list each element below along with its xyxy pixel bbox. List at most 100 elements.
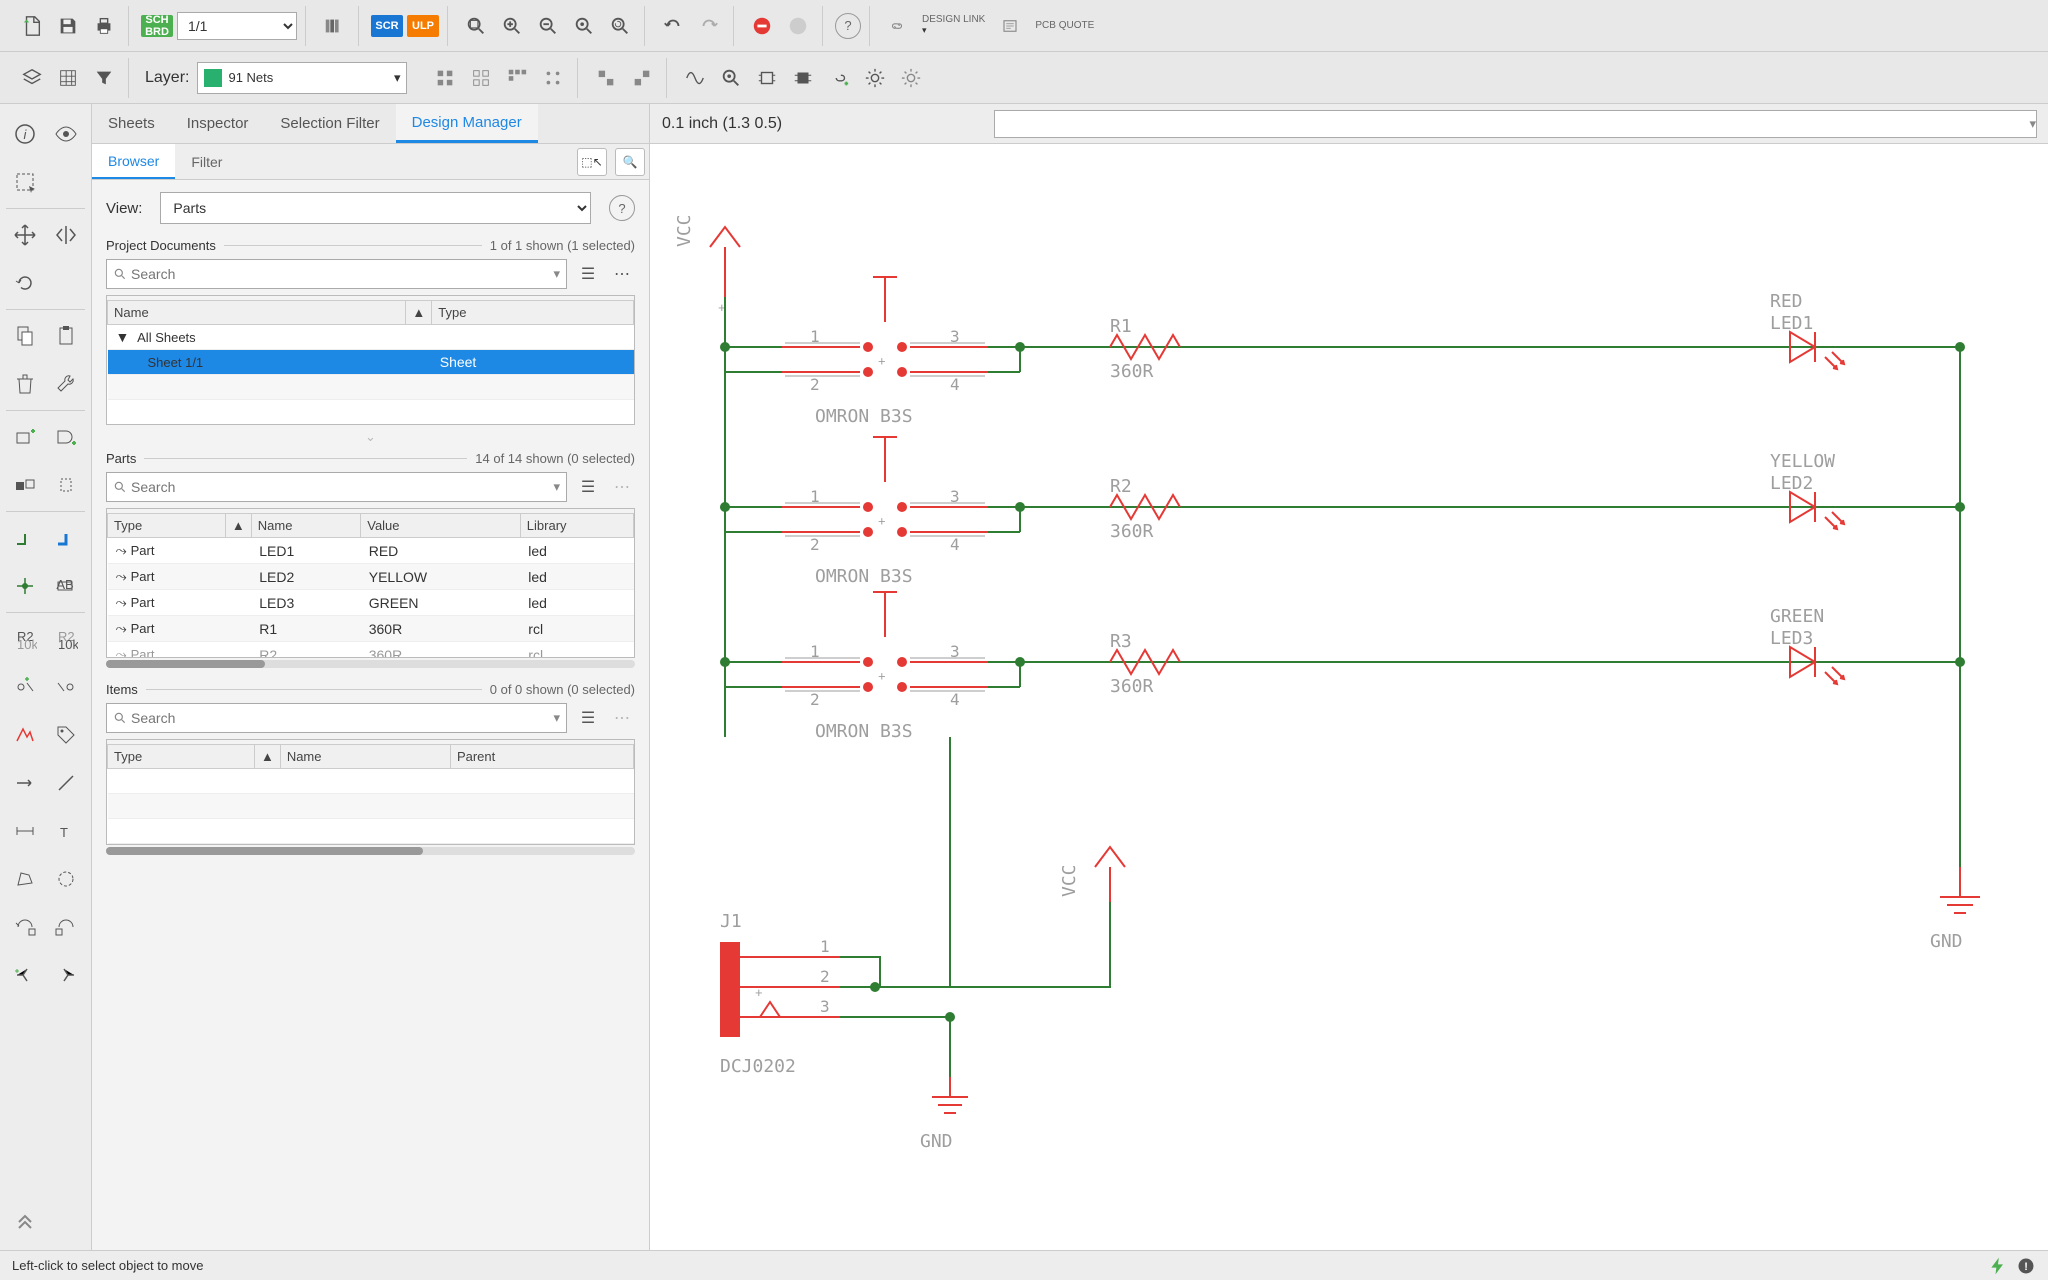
- dimension-tool[interactable]: [7, 813, 43, 849]
- undo-button[interactable]: [657, 10, 689, 42]
- grid-dots2[interactable]: [465, 62, 497, 94]
- redo-button[interactable]: [693, 10, 725, 42]
- ulp-button[interactable]: ULP: [407, 10, 439, 42]
- sch-brd-button[interactable]: SCHBRD: [141, 10, 173, 42]
- arc2-tool[interactable]: [48, 909, 84, 945]
- value-tool[interactable]: R210k: [48, 621, 84, 657]
- marquee-tool[interactable]: [7, 164, 43, 200]
- grid-dots4[interactable]: [537, 62, 569, 94]
- smash1-tool[interactable]: [7, 669, 43, 705]
- layers-toggle-button[interactable]: [16, 62, 48, 94]
- wrench-tool[interactable]: [48, 366, 84, 402]
- parts-search[interactable]: ▾: [106, 472, 567, 502]
- tab-design-manager[interactable]: Design Manager: [396, 104, 538, 143]
- sub-filter[interactable]: Filter: [175, 144, 238, 179]
- grid-button[interactable]: [52, 62, 84, 94]
- print-button[interactable]: [88, 10, 120, 42]
- label-tool[interactable]: AB: [48, 568, 84, 604]
- filter-icon-button[interactable]: [88, 62, 120, 94]
- text-tool[interactable]: T: [48, 813, 84, 849]
- table-row[interactable]: ▼ All Sheets: [108, 325, 634, 350]
- sub-browser[interactable]: Browser: [92, 144, 175, 179]
- polygon-tool[interactable]: [7, 861, 43, 897]
- go-button[interactable]: [782, 10, 814, 42]
- tab-sheets[interactable]: Sheets: [92, 104, 171, 143]
- tab-selection-filter[interactable]: Selection Filter: [264, 104, 395, 143]
- table-row[interactable]: ⤳ PartLED3GREENled: [108, 590, 634, 616]
- items-search-input[interactable]: [131, 710, 549, 726]
- show-tool[interactable]: [48, 116, 84, 152]
- copy-tool[interactable]: [7, 318, 43, 354]
- docs-search[interactable]: ▾: [106, 259, 567, 289]
- chip-icon1[interactable]: [751, 62, 783, 94]
- replace-tool[interactable]: [7, 467, 43, 503]
- grid-alt1[interactable]: [590, 62, 622, 94]
- add-gate-tool[interactable]: [48, 419, 84, 455]
- view-help[interactable]: ?: [609, 195, 635, 221]
- table-row[interactable]: Sheet 1/1Sheet: [108, 350, 634, 375]
- gear-icon1[interactable]: [859, 62, 891, 94]
- table-row[interactable]: ⤳ PartLED1REDled: [108, 538, 634, 564]
- sine-icon[interactable]: [679, 62, 711, 94]
- stop-button[interactable]: [746, 10, 778, 42]
- expand-tools[interactable]: [7, 1202, 43, 1238]
- help-button[interactable]: ?: [835, 13, 861, 39]
- scr-button[interactable]: SCR: [371, 10, 403, 42]
- sheet-select[interactable]: 1/1: [177, 12, 297, 40]
- col-name[interactable]: Name: [108, 301, 406, 325]
- save-button[interactable]: [52, 10, 84, 42]
- design-link-label[interactable]: DESIGN LINK▾: [916, 15, 991, 36]
- parts-list-icon[interactable]: ☰: [575, 474, 601, 500]
- split-tool[interactable]: [7, 957, 43, 993]
- table-row[interactable]: ⤳ PartLED2YELLOWled: [108, 564, 634, 590]
- link-add-icon[interactable]: [823, 62, 855, 94]
- grid-dots3[interactable]: [501, 62, 533, 94]
- delete-tool[interactable]: [7, 366, 43, 402]
- command-input[interactable]: [994, 110, 2037, 138]
- pinswap-tool[interactable]: [7, 765, 43, 801]
- zoom-redraw-button[interactable]: [604, 10, 636, 42]
- items-more-icon[interactable]: ⋯: [609, 705, 635, 731]
- mirror-tool[interactable]: [48, 217, 84, 253]
- bus-tool[interactable]: [48, 520, 84, 556]
- tag-tool[interactable]: [48, 717, 84, 753]
- junction-tool[interactable]: [7, 568, 43, 604]
- zoom-in-button[interactable]: [496, 10, 528, 42]
- grid-dots1[interactable]: [429, 62, 461, 94]
- arc-tool[interactable]: [7, 909, 43, 945]
- docs-list-icon[interactable]: ☰: [575, 261, 601, 287]
- move-tool[interactable]: [7, 217, 43, 253]
- schematic-canvas[interactable]: VCC + + 1 2 3 4 OMRON B3S R1 360R R: [650, 144, 2048, 1250]
- col-type[interactable]: Type: [432, 301, 634, 325]
- pcb-quote-button[interactable]: [995, 17, 1025, 35]
- parts-search-input[interactable]: [131, 479, 549, 495]
- erc-tool[interactable]: [7, 717, 43, 753]
- library-button[interactable]: [318, 10, 350, 42]
- paste-tool[interactable]: [48, 318, 84, 354]
- info-tool[interactable]: i: [7, 116, 43, 152]
- tab-inspector[interactable]: Inspector: [171, 104, 265, 143]
- select-mode-icon[interactable]: ⬚↖: [577, 148, 607, 176]
- zoom-out-button[interactable]: [532, 10, 564, 42]
- table-row[interactable]: ⤳ PartR1360Rrcl: [108, 616, 634, 642]
- gate-swap-tool[interactable]: [48, 467, 84, 503]
- docs-more-icon[interactable]: ⋯: [609, 261, 635, 287]
- items-search[interactable]: ▾: [106, 703, 567, 733]
- view-select[interactable]: Parts: [160, 192, 591, 224]
- line-tool[interactable]: [48, 765, 84, 801]
- grid-alt2[interactable]: [626, 62, 658, 94]
- table-row[interactable]: ⤳ PartR2360Rrcl: [108, 642, 634, 659]
- zoom-select-button[interactable]: [568, 10, 600, 42]
- layer-select[interactable]: 91 Nets ▾: [197, 62, 407, 94]
- zoom-fit-button[interactable]: [460, 10, 492, 42]
- add-part-tool[interactable]: [7, 419, 43, 455]
- new-file-button[interactable]: [16, 10, 48, 42]
- design-link-button[interactable]: [882, 17, 912, 35]
- parts-more-icon[interactable]: ⋯: [609, 474, 635, 500]
- rotate-tool[interactable]: [7, 265, 43, 301]
- inspect-icon[interactable]: [715, 62, 747, 94]
- docs-search-input[interactable]: [131, 266, 549, 282]
- gear-icon2[interactable]: [895, 62, 927, 94]
- net-tool[interactable]: [7, 520, 43, 556]
- zoom-mode-icon[interactable]: 🔍: [615, 148, 645, 176]
